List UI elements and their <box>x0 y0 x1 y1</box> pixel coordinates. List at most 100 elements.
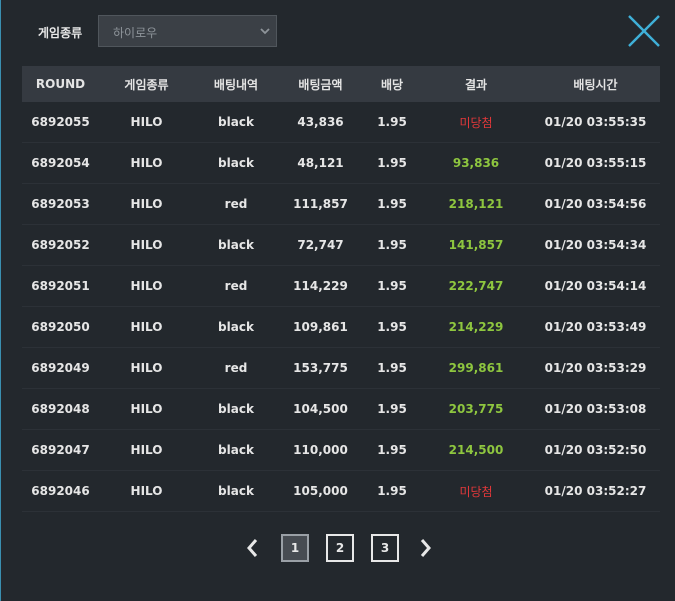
row-result: 93,836 <box>421 142 531 184</box>
row-bet-time: 01/20 03:54:34 <box>531 224 660 266</box>
close-icon[interactable] <box>627 14 661 48</box>
row-odds: 1.95 <box>363 347 421 389</box>
row-bet-amount: 114,229 <box>278 265 363 307</box>
header-odds: 배당 <box>380 77 404 92</box>
row-bet-detail: black <box>194 102 278 143</box>
table-row: 6892055 HILO black 43,836 1.95 미당첨 01/20 03:55… <box>22 102 660 143</box>
row-bet-detail: black <box>194 142 278 184</box>
row-round: 6892050 <box>22 306 99 348</box>
header-bet-amount: 배팅금액 <box>298 77 343 92</box>
row-odds: 1.95 <box>363 102 421 143</box>
row-bet-detail: black <box>194 429 278 471</box>
row-bet-time: 01/20 03:52:27 <box>531 470 660 512</box>
row-bet-time: 01/20 03:52:50 <box>531 429 660 471</box>
row-odds: 1.95 <box>363 183 421 225</box>
table-row: 6892046 HILO black 105,000 1.95 미당첨 01/20 03:5… <box>22 470 660 512</box>
row-bet-detail: red <box>194 183 278 225</box>
row-bet-amount: 105,000 <box>278 470 363 512</box>
chevron-right-icon <box>420 539 431 557</box>
row-odds: 1.95 <box>363 265 421 307</box>
row-game-type: HILO <box>99 388 194 430</box>
page-2-button[interactable]: 2 <box>326 534 354 562</box>
row-bet-amount: 111,857 <box>278 183 363 225</box>
row-bet-amount: 109,861 <box>278 306 363 348</box>
header-round: ROUND <box>35 77 86 91</box>
row-game-type: HILO <box>99 306 194 348</box>
table-row: 6892052 HILO black 72,747 1.95 141,857 01/20 0… <box>22 224 660 266</box>
page-3-button[interactable]: 3 <box>371 534 399 562</box>
chevron-left-icon <box>247 539 258 557</box>
table-header-row: ROUND 게임종류 배팅내역 배팅금액 배당 결과 배팅시간 <box>22 66 660 102</box>
row-result: 141,857 <box>421 224 531 266</box>
row-bet-time: 01/20 03:55:35 <box>531 102 660 143</box>
row-bet-amount: 104,500 <box>278 388 363 430</box>
table-row: 6892050 HILO black 109,861 1.95 214,229 01/20 … <box>22 306 660 348</box>
row-round: 6892047 <box>22 429 99 471</box>
page-1-button[interactable]: 1 <box>281 534 309 562</box>
row-game-type: HILO <box>99 347 194 389</box>
bet-history-modal: 게임종류 하이로우 ROUND 게임종류 배팅내역 배팅금액 배당 결과 배팅시… <box>0 0 675 601</box>
row-bet-amount: 72,747 <box>278 224 363 266</box>
prev-page-button[interactable] <box>241 534 263 562</box>
table-row: 6892051 HILO red 114,229 1.95 222,747 01/20 03… <box>22 265 660 307</box>
header-game-type: 게임종류 <box>124 77 169 92</box>
row-bet-detail: black <box>194 388 278 430</box>
header-result: 결과 <box>464 77 488 92</box>
game-type-selected-value: 하이로우 <box>113 26 158 40</box>
row-bet-detail: red <box>194 265 278 307</box>
row-bet-amount: 43,836 <box>278 102 363 143</box>
chevron-down-icon <box>260 28 270 35</box>
row-result: 미당첨 <box>421 102 531 143</box>
row-round: 6892055 <box>22 102 99 143</box>
row-round: 6892051 <box>22 265 99 307</box>
row-game-type: HILO <box>99 429 194 471</box>
row-round: 6892046 <box>22 470 99 512</box>
row-bet-time: 01/20 03:55:15 <box>531 142 660 184</box>
row-result: 222,747 <box>421 265 531 307</box>
row-result: 203,775 <box>421 388 531 430</box>
row-bet-time: 01/20 03:53:49 <box>531 306 660 348</box>
row-bet-amount: 153,775 <box>278 347 363 389</box>
row-result: 214,500 <box>421 429 531 471</box>
row-game-type: HILO <box>99 183 194 225</box>
row-bet-detail: black <box>194 224 278 266</box>
row-bet-amount: 48,121 <box>278 142 363 184</box>
row-odds: 1.95 <box>363 388 421 430</box>
table-row: 6892048 HILO black 104,500 1.95 203,775 01/20 … <box>22 388 660 430</box>
table-row: 6892049 HILO red 153,775 1.95 299,861 01/20 03… <box>22 347 660 389</box>
row-result: 미당첨 <box>421 470 531 512</box>
row-round: 6892049 <box>22 347 99 389</box>
row-odds: 1.95 <box>363 429 421 471</box>
pagination: 1 2 3 <box>241 534 437 562</box>
header-bet-time: 배팅시간 <box>573 77 618 92</box>
row-game-type: HILO <box>99 224 194 266</box>
row-round: 6892048 <box>22 388 99 430</box>
row-bet-detail: black <box>194 470 278 512</box>
row-bet-time: 01/20 03:54:56 <box>531 183 660 225</box>
row-result: 218,121 <box>421 183 531 225</box>
row-round: 6892054 <box>22 142 99 184</box>
row-odds: 1.95 <box>363 306 421 348</box>
row-bet-amount: 110,000 <box>278 429 363 471</box>
row-odds: 1.95 <box>363 142 421 184</box>
row-bet-time: 01/20 03:53:08 <box>531 388 660 430</box>
row-round: 6892052 <box>22 224 99 266</box>
table-row: 6892053 HILO red 111,857 1.95 218,121 01/20 03… <box>22 183 660 225</box>
row-game-type: HILO <box>99 470 194 512</box>
row-game-type: HILO <box>99 265 194 307</box>
row-game-type: HILO <box>99 102 194 143</box>
row-result: 214,229 <box>421 306 531 348</box>
row-bet-time: 01/20 03:54:14 <box>531 265 660 307</box>
row-bet-detail: black <box>194 306 278 348</box>
row-odds: 1.95 <box>363 470 421 512</box>
table-row: 6892054 HILO black 48,121 1.95 93,836 01/20 03… <box>22 142 660 184</box>
row-bet-time: 01/20 03:53:29 <box>531 347 660 389</box>
next-page-button[interactable] <box>415 534 437 562</box>
row-result: 299,861 <box>421 347 531 389</box>
row-game-type: HILO <box>99 142 194 184</box>
row-odds: 1.95 <box>363 224 421 266</box>
row-bet-detail: red <box>194 347 278 389</box>
game-type-select[interactable]: 하이로우 <box>98 15 277 47</box>
header-bet-detail: 배팅내역 <box>213 77 259 92</box>
game-type-label: 게임종류 <box>38 26 83 40</box>
